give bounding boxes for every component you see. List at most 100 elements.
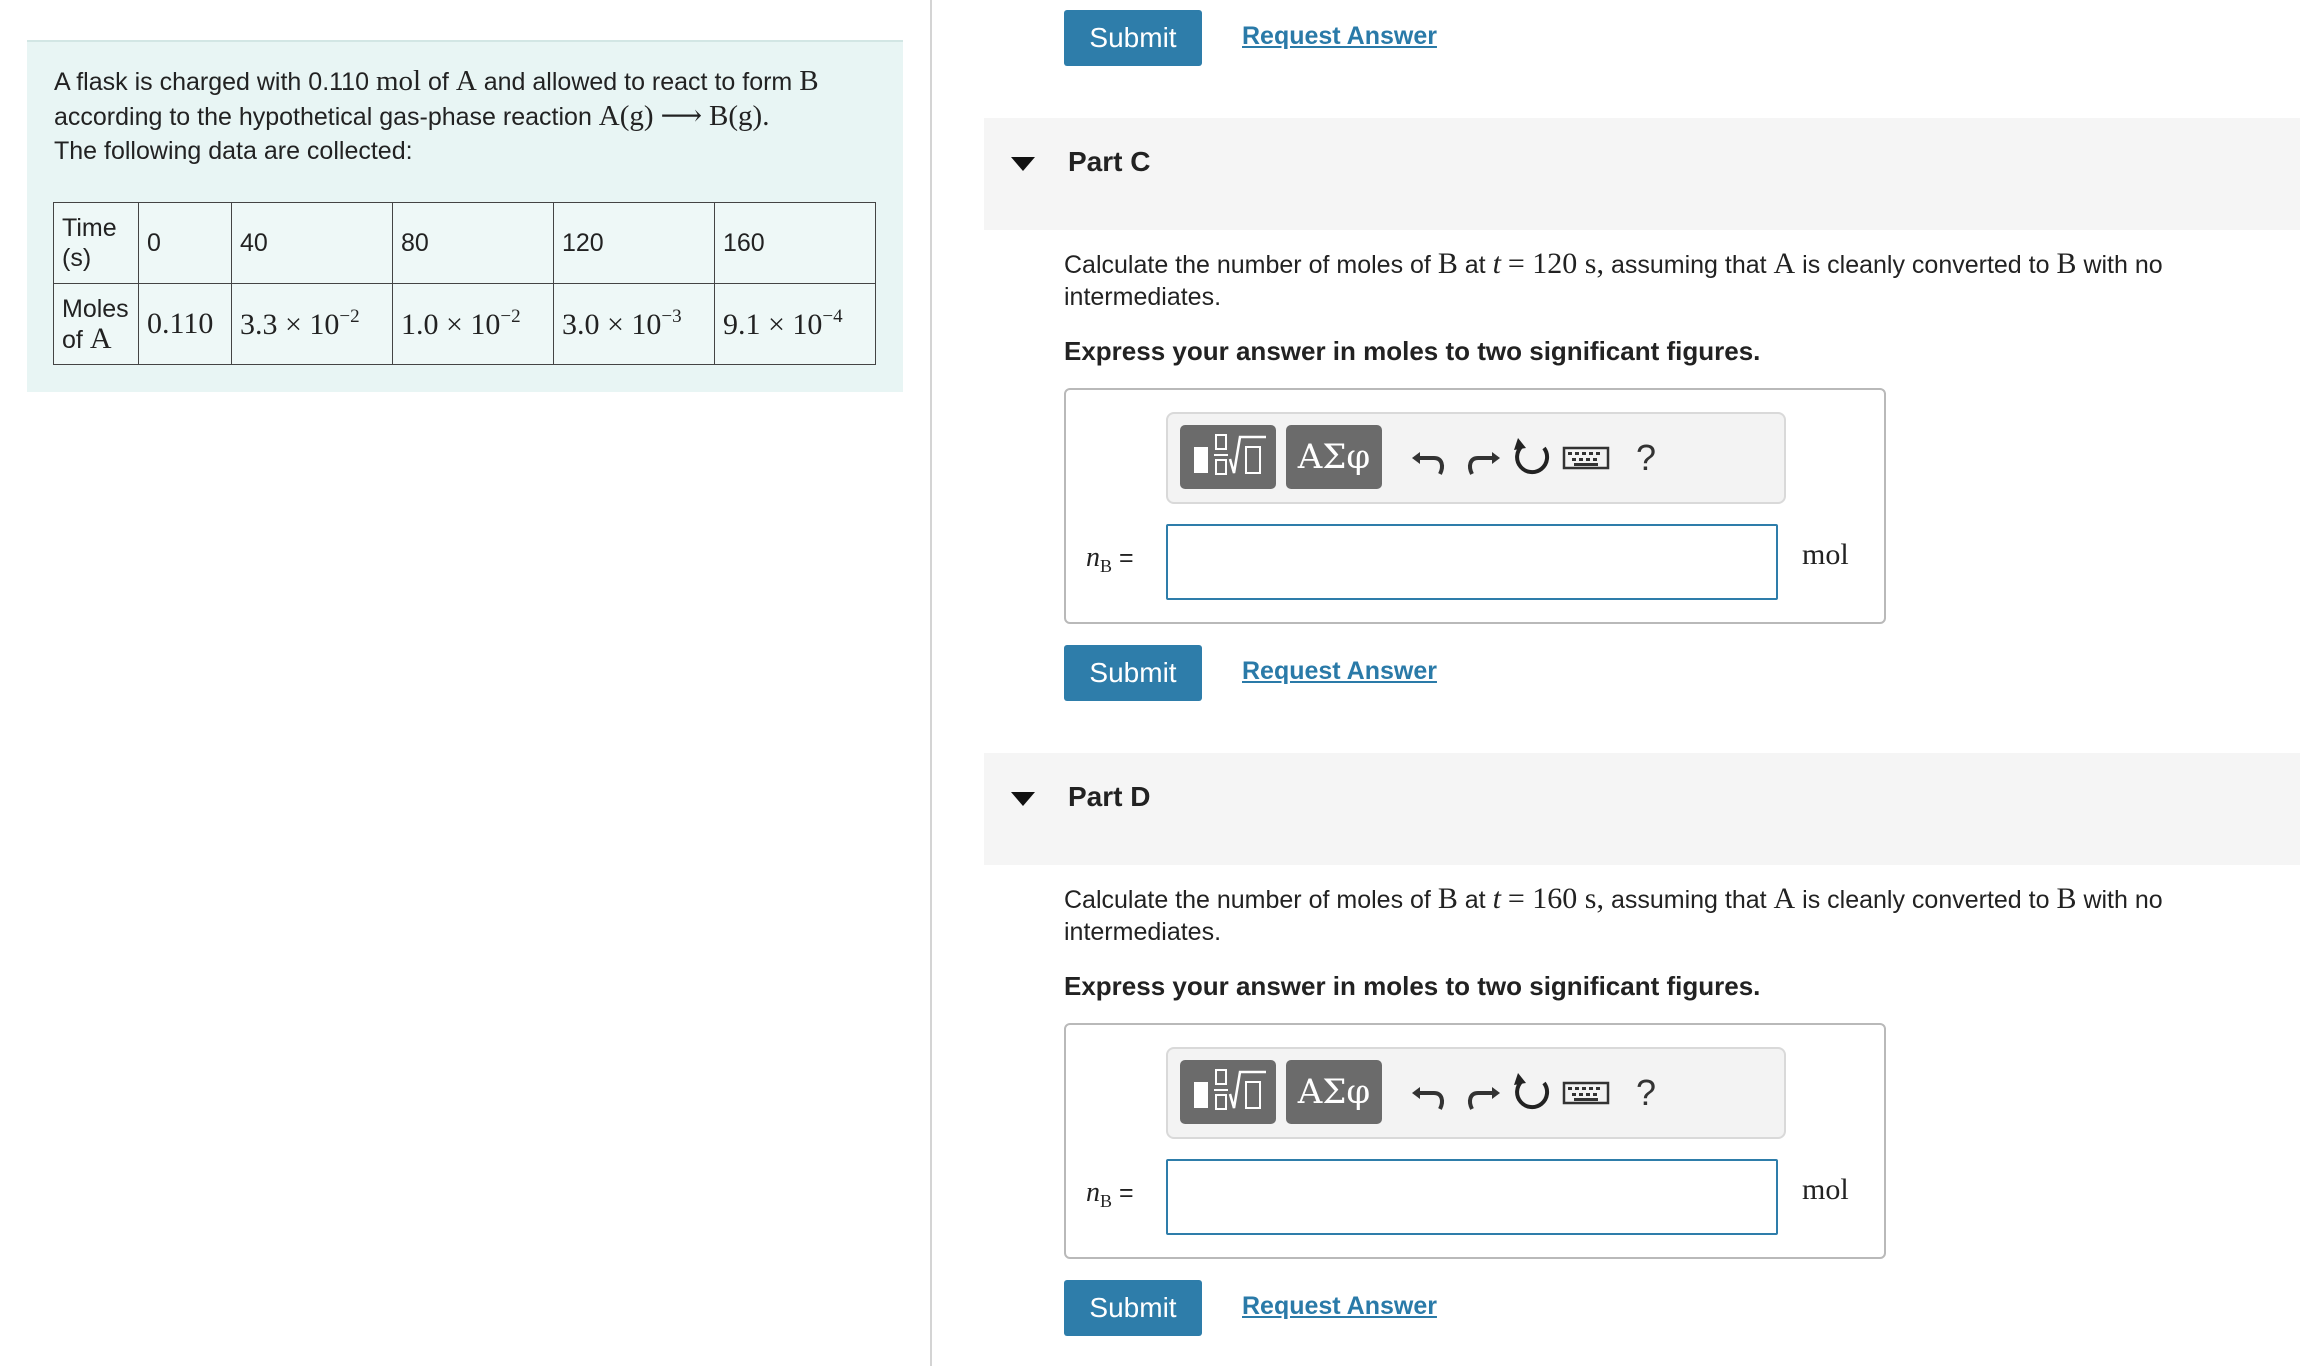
collapse-caret-icon[interactable] <box>1011 792 1035 806</box>
header-text: (s) <box>62 244 92 272</box>
keyboard-icon[interactable] <box>1558 434 1614 482</box>
collapse-caret-icon[interactable] <box>1011 157 1035 171</box>
table-cell: 9.1 × 10−4 <box>714 283 876 365</box>
request-answer-link[interactable]: Request Answer <box>1242 1290 1437 1322</box>
var-equals: = <box>1118 544 1134 572</box>
reaction-product: B(g). <box>709 100 770 132</box>
part-d-header[interactable]: Part D <box>984 753 2300 865</box>
time-variable: t <box>1492 247 1501 280</box>
redo-icon[interactable] <box>1458 434 1506 482</box>
species-a: A <box>1773 247 1796 280</box>
var-n: n <box>1086 1177 1100 1208</box>
table-header-moles: Moles of A <box>53 283 139 365</box>
var-subscript: B <box>1100 556 1113 576</box>
undo-icon[interactable] <box>1406 434 1454 482</box>
intro-unit: mol <box>375 65 422 97</box>
var-equals: = <box>1118 1179 1134 1207</box>
table-cell: 3.0 × 10−3 <box>553 283 715 365</box>
part-title: Part D <box>1068 781 1151 812</box>
question-text: Calculate the number of moles of <box>1064 886 1431 914</box>
table-cell: 80 <box>392 202 554 284</box>
var-n: n <box>1086 542 1100 573</box>
moles-value: 0.110 <box>147 307 214 340</box>
question-text: at <box>1464 886 1486 914</box>
part-c-answer-box: ΑΣφ ? nB = mol <box>1064 388 1886 624</box>
header-text: Time <box>62 214 117 242</box>
species-a: A <box>89 321 112 355</box>
var-subscript: B <box>1100 1191 1113 1211</box>
unit-label: mol <box>1802 538 1849 571</box>
templates-button[interactable] <box>1180 425 1276 489</box>
table-cell: 3.3 × 10−2 <box>231 283 393 365</box>
request-answer-link[interactable]: Request Answer <box>1242 20 1437 52</box>
submit-button[interactable]: Submit <box>1064 645 1202 701</box>
time-variable: t <box>1492 882 1501 915</box>
part-d-question: Calculate the number of moles of B at t … <box>1064 883 2254 948</box>
header-text: of <box>62 325 83 354</box>
table-cell: 160 <box>714 202 876 284</box>
math-toolbar: ΑΣφ ? <box>1166 412 1786 504</box>
part-c-header[interactable]: Part C <box>984 118 2300 230</box>
time-equation: = 160 s, <box>1507 882 1604 915</box>
panel-divider <box>930 0 932 1366</box>
symbols-button[interactable]: ΑΣφ <box>1286 425 1382 489</box>
species-b: B <box>2056 247 2077 280</box>
moles-exponent: −2 <box>339 306 360 327</box>
answer-input[interactable] <box>1166 1159 1778 1235</box>
intro-text: and allowed to react to form <box>483 68 793 96</box>
table-cell: 40 <box>231 202 393 284</box>
help-icon[interactable]: ? <box>1626 1069 1666 1117</box>
reaction-arrow: ⟶ <box>660 100 703 132</box>
intro-text: of <box>428 68 449 96</box>
symbols-button[interactable]: ΑΣφ <box>1286 1060 1382 1124</box>
undo-icon[interactable] <box>1406 1069 1454 1117</box>
problem-intro: A flask is charged with 0.110 mol of A a… <box>54 64 894 168</box>
keyboard-icon[interactable] <box>1558 1069 1614 1117</box>
moles-value: 1.0 × 10 <box>401 308 501 341</box>
moles-exponent: −3 <box>661 306 682 327</box>
part-c-question: Calculate the number of moles of B at t … <box>1064 248 2254 313</box>
header-text: Moles <box>62 294 129 323</box>
question-text: assuming that <box>1610 251 1767 279</box>
templates-icon <box>1194 434 1266 475</box>
answer-variable-label: nB = <box>1086 542 1134 577</box>
moles-value: 3.0 × 10 <box>562 308 662 341</box>
answer-variable-label: nB = <box>1086 1177 1134 1212</box>
reset-icon[interactable] <box>1508 1069 1556 1117</box>
answer-input[interactable] <box>1166 524 1778 600</box>
templates-button[interactable] <box>1180 1060 1276 1124</box>
moles-value: 9.1 × 10 <box>723 308 823 341</box>
species-b: B <box>1437 247 1458 280</box>
species-a: A <box>1773 882 1796 915</box>
species-b: B <box>1437 882 1458 915</box>
species-b: B <box>799 65 819 97</box>
table-row-time: Time (s) 0 40 80 120 160 <box>53 202 876 284</box>
reaction-reactant: A(g) <box>598 100 654 132</box>
request-answer-link[interactable]: Request Answer <box>1242 655 1437 687</box>
species-b: B <box>2056 882 2077 915</box>
table-header-time: Time (s) <box>53 202 139 284</box>
unit-label: mol <box>1802 1173 1849 1206</box>
reset-icon[interactable] <box>1508 434 1556 482</box>
redo-icon[interactable] <box>1458 1069 1506 1117</box>
templates-icon <box>1194 1069 1266 1110</box>
submit-button[interactable]: Submit <box>1064 10 1202 66</box>
intro-text: according to the hypothetical gas-phase … <box>54 103 592 131</box>
question-text: at <box>1464 251 1486 279</box>
table-cell: 1.0 × 10−2 <box>392 283 554 365</box>
question-text: is cleanly converted to <box>1802 251 2050 279</box>
data-table: Time (s) 0 40 80 120 160 Moles of A 0.11… <box>53 202 876 365</box>
help-icon[interactable]: ? <box>1626 434 1666 482</box>
moles-exponent: −2 <box>500 306 521 327</box>
table-cell: 120 <box>553 202 715 284</box>
table-cell: 0 <box>138 202 232 284</box>
intro-text: The following data are collected: <box>54 137 413 165</box>
intro-text: A flask is charged with 0.110 <box>54 68 369 96</box>
table-cell: 0.110 <box>138 283 232 365</box>
question-text: Calculate the number of moles of <box>1064 251 1431 279</box>
moles-exponent: −4 <box>822 306 843 327</box>
submit-button[interactable]: Submit <box>1064 1280 1202 1336</box>
question-text: is cleanly converted to <box>1802 886 2050 914</box>
part-c-instruction: Express your answer in moles to two sign… <box>1064 336 1761 366</box>
time-equation: = 120 s, <box>1507 247 1604 280</box>
